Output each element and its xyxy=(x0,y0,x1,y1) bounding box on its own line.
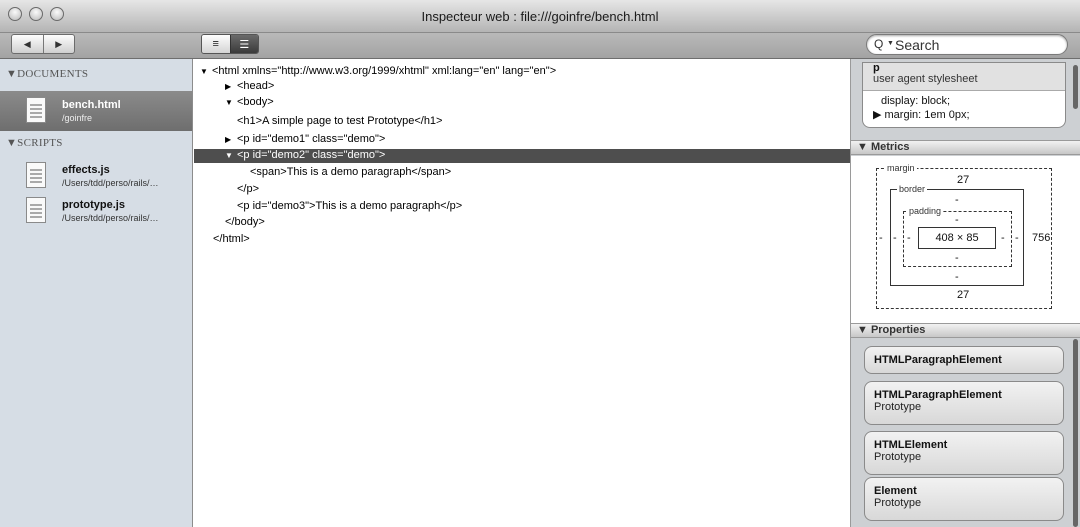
tree-node-p-close[interactable]: </p> xyxy=(237,183,259,197)
sidebar-item-effects-js[interactable]: effects.js /Users/tdd/perso/rails/… xyxy=(0,156,192,191)
file-path: /goinfre xyxy=(62,113,93,123)
search-input[interactable] xyxy=(895,37,1060,53)
tree-node-html[interactable]: ▼ <html xmlns="http://www.w3.org/1999/xht… xyxy=(200,65,556,79)
history-nav: ◀ ▶ xyxy=(11,34,75,54)
tree-node-p-demo3[interactable]: <p id="demo3">This is a demo paragraph</… xyxy=(237,200,462,214)
style-source: user agent stylesheet xyxy=(873,73,978,85)
property-name: Element xyxy=(874,485,917,497)
padding-top-value: - xyxy=(955,214,959,226)
margin-label: margin xyxy=(885,163,917,173)
properties-section-header[interactable]: ▼ Properties xyxy=(851,323,1080,338)
tree-node-html-close[interactable]: </html> xyxy=(213,233,250,247)
property-subtitle: Prototype xyxy=(874,401,922,413)
style-property-display[interactable]: display: block; xyxy=(863,95,1065,108)
tree-node-h1[interactable]: <h1>A simple page to test Prototype</h1> xyxy=(237,115,442,129)
script-file-icon xyxy=(26,197,46,223)
title-bar: Inspecteur web : file:///goinfre/bench.h… xyxy=(0,0,1080,33)
property-card[interactable]: HTMLParagraphElement Prototype xyxy=(864,381,1064,425)
padding-left-value: - xyxy=(907,232,911,244)
metrics-section-header[interactable]: ▼ Metrics xyxy=(851,140,1080,155)
margin-left-value: - xyxy=(879,232,883,244)
property-card[interactable]: HTMLParagraphElement xyxy=(864,346,1064,374)
sidebar: ▼DOCUMENTS bench.html /goinfre ▼SCRIPTS … xyxy=(0,59,193,527)
search-field[interactable]: Q ▼ xyxy=(866,34,1068,55)
property-name: HTMLElement xyxy=(874,439,948,451)
metrics-panel: margin 27 27 - 756 border - - - - paddin… xyxy=(851,156,1080,324)
dom-view-button[interactable]: ≡ xyxy=(202,35,230,53)
disclosure-triangle-icon[interactable]: ▼ xyxy=(225,151,237,160)
property-subtitle: Prototype xyxy=(874,497,922,509)
tree-node-body-close[interactable]: </body> xyxy=(225,216,265,230)
file-name: bench.html xyxy=(62,99,121,111)
file-name: effects.js xyxy=(62,164,110,176)
tree-node-body[interactable]: ▼ <body> xyxy=(225,96,274,110)
margin-right-value: 756 xyxy=(1032,232,1051,244)
search-icon[interactable]: Q xyxy=(874,37,883,51)
disclosure-triangle-icon[interactable]: ▶ xyxy=(225,82,237,91)
padding-label: padding xyxy=(907,206,944,216)
sidebar-item-bench-html[interactable]: bench.html /goinfre xyxy=(0,91,192,131)
margin-bottom-value: 27 xyxy=(957,289,970,301)
border-bottom-value: - xyxy=(955,271,959,283)
content-size: 408 × 85 xyxy=(918,227,996,249)
margin-top-value: 27 xyxy=(957,174,970,186)
details-pane: p user agent stylesheet display: block; … xyxy=(850,59,1080,527)
tree-node-head[interactable]: ▶ <head> xyxy=(225,80,274,94)
sidebar-item-prototype-js[interactable]: prototype.js /Users/tdd/perso/rails/… xyxy=(0,191,192,226)
tree-node-p-demo1[interactable]: ▶ <p id="demo1" class="demo"> xyxy=(225,133,385,147)
style-rule-card: p user agent stylesheet display: block; … xyxy=(862,62,1066,128)
style-property-margin[interactable]: ▶ margin: 1em 0px; xyxy=(863,108,1065,121)
styles-scrollbar[interactable] xyxy=(1073,65,1078,109)
view-mode-toggle: ≡ ☰ xyxy=(201,34,259,54)
style-rule-header: p user agent stylesheet xyxy=(863,63,1065,91)
tree-node-span[interactable]: <span>This is a demo paragraph</span> xyxy=(250,166,451,180)
disclosure-triangle-icon[interactable]: ▶ xyxy=(225,135,237,144)
file-path: /Users/tdd/perso/rails/… xyxy=(62,178,159,188)
padding-right-value: - xyxy=(1001,232,1005,244)
border-right-value: - xyxy=(1015,232,1019,244)
disclosure-triangle-icon[interactable]: ▼ xyxy=(225,98,237,107)
disclosure-triangle-icon[interactable]: ▼ xyxy=(200,67,212,76)
property-card[interactable]: Element Prototype xyxy=(864,477,1064,521)
dom-tree: ▼ <html xmlns="http://www.w3.org/1999/xht… xyxy=(194,59,850,527)
properties-scrollbar[interactable] xyxy=(1073,339,1078,527)
property-name: HTMLParagraphElement xyxy=(874,389,1002,401)
documents-section-header[interactable]: ▼DOCUMENTS xyxy=(0,59,192,81)
file-name: prototype.js xyxy=(62,199,125,211)
source-view-button[interactable]: ☰ xyxy=(229,35,258,53)
border-label: border xyxy=(897,184,928,194)
file-path: /Users/tdd/perso/rails/… xyxy=(62,213,159,223)
forward-button[interactable]: ▶ xyxy=(42,35,75,53)
document-icon xyxy=(26,97,46,123)
script-file-icon xyxy=(26,162,46,188)
back-button[interactable]: ◀ xyxy=(12,35,43,53)
tree-node-p-demo2[interactable]: ▼ <p id="demo2" class="demo"> xyxy=(194,149,850,163)
property-card[interactable]: HTMLElement Prototype xyxy=(864,431,1064,475)
window-title: Inspecteur web : file:///goinfre/bench.h… xyxy=(421,9,659,24)
property-subtitle: Prototype xyxy=(874,451,922,463)
border-top-value: - xyxy=(955,194,959,206)
chevron-down-icon[interactable]: ▼ xyxy=(887,40,894,47)
border-left-value: - xyxy=(893,232,897,244)
padding-bottom-value: - xyxy=(955,252,959,264)
style-selector: p xyxy=(873,62,880,74)
property-name: HTMLParagraphElement xyxy=(874,354,1002,366)
scripts-section-header[interactable]: ▼SCRIPTS xyxy=(0,131,192,153)
